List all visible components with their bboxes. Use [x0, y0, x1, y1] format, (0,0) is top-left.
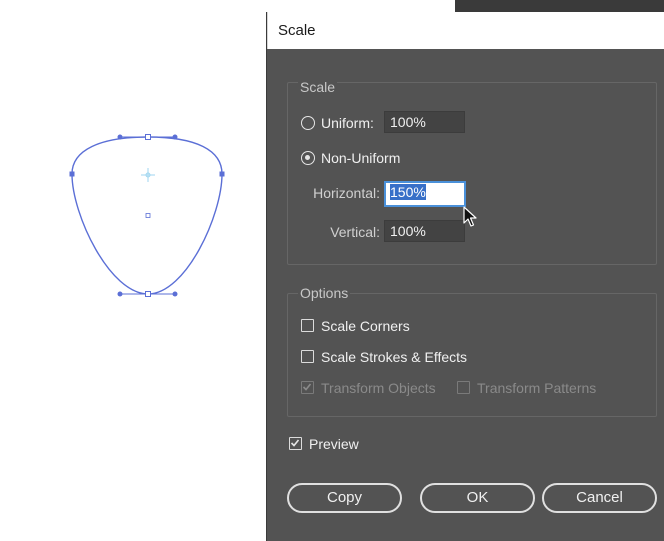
mouse-pointer-icon	[463, 206, 477, 227]
horizontal-label: Horizontal:	[313, 185, 380, 201]
cancel-button[interactable]: Cancel	[542, 483, 657, 513]
anchor-point[interactable]	[145, 291, 151, 297]
anchor-point[interactable]	[219, 171, 225, 177]
uniform-radio[interactable]	[301, 116, 315, 130]
radio-selected-dot	[305, 155, 310, 160]
scale-strokes-label[interactable]: Scale Strokes & Effects	[321, 349, 467, 365]
center-point	[145, 213, 151, 218]
vertical-label: Vertical:	[330, 224, 380, 240]
ok-button[interactable]: OK	[420, 483, 535, 513]
options-group-label: Options	[298, 285, 351, 301]
transform-objects-checkbox	[301, 381, 314, 394]
horizontal-field-selection: 150%	[390, 184, 426, 200]
scale-corners-checkbox[interactable]	[301, 319, 314, 332]
dialog-title: Scale	[278, 22, 316, 39]
scale-group-label: Scale	[298, 79, 338, 95]
copy-button[interactable]: Copy	[287, 483, 402, 513]
non-uniform-radio[interactable]	[301, 151, 315, 165]
anchor-handle[interactable]	[172, 134, 178, 140]
preview-checkbox[interactable]	[289, 437, 302, 450]
transform-patterns-label: Transform Patterns	[477, 380, 597, 396]
anchor-point[interactable]	[69, 171, 75, 177]
background-panel	[455, 0, 664, 12]
transform-patterns-checkbox	[457, 381, 470, 394]
scale-corners-label[interactable]: Scale Corners	[321, 318, 410, 334]
reference-point-icon[interactable]	[141, 168, 155, 182]
checkmark-icon	[290, 439, 300, 447]
anchor-handle[interactable]	[117, 291, 123, 297]
horizontal-field[interactable]: 150%	[384, 181, 466, 207]
scale-dialog: Scale Scale Uniform: 100% Non-Uniform Ho…	[267, 12, 664, 541]
preview-label[interactable]: Preview	[309, 436, 359, 452]
scale-strokes-checkbox[interactable]	[301, 350, 314, 363]
checkmark-icon	[302, 383, 312, 391]
anchor-handle[interactable]	[172, 291, 178, 297]
transform-objects-label: Transform Objects	[321, 380, 436, 396]
anchor-handle[interactable]	[117, 134, 123, 140]
non-uniform-label[interactable]: Non-Uniform	[321, 150, 400, 166]
uniform-field[interactable]: 100%	[384, 111, 465, 133]
uniform-label[interactable]: Uniform:	[321, 115, 374, 131]
dialog-titlebar[interactable]: Scale	[267, 12, 664, 49]
anchor-point[interactable]	[145, 134, 151, 140]
vertical-field[interactable]: 100%	[384, 220, 465, 242]
